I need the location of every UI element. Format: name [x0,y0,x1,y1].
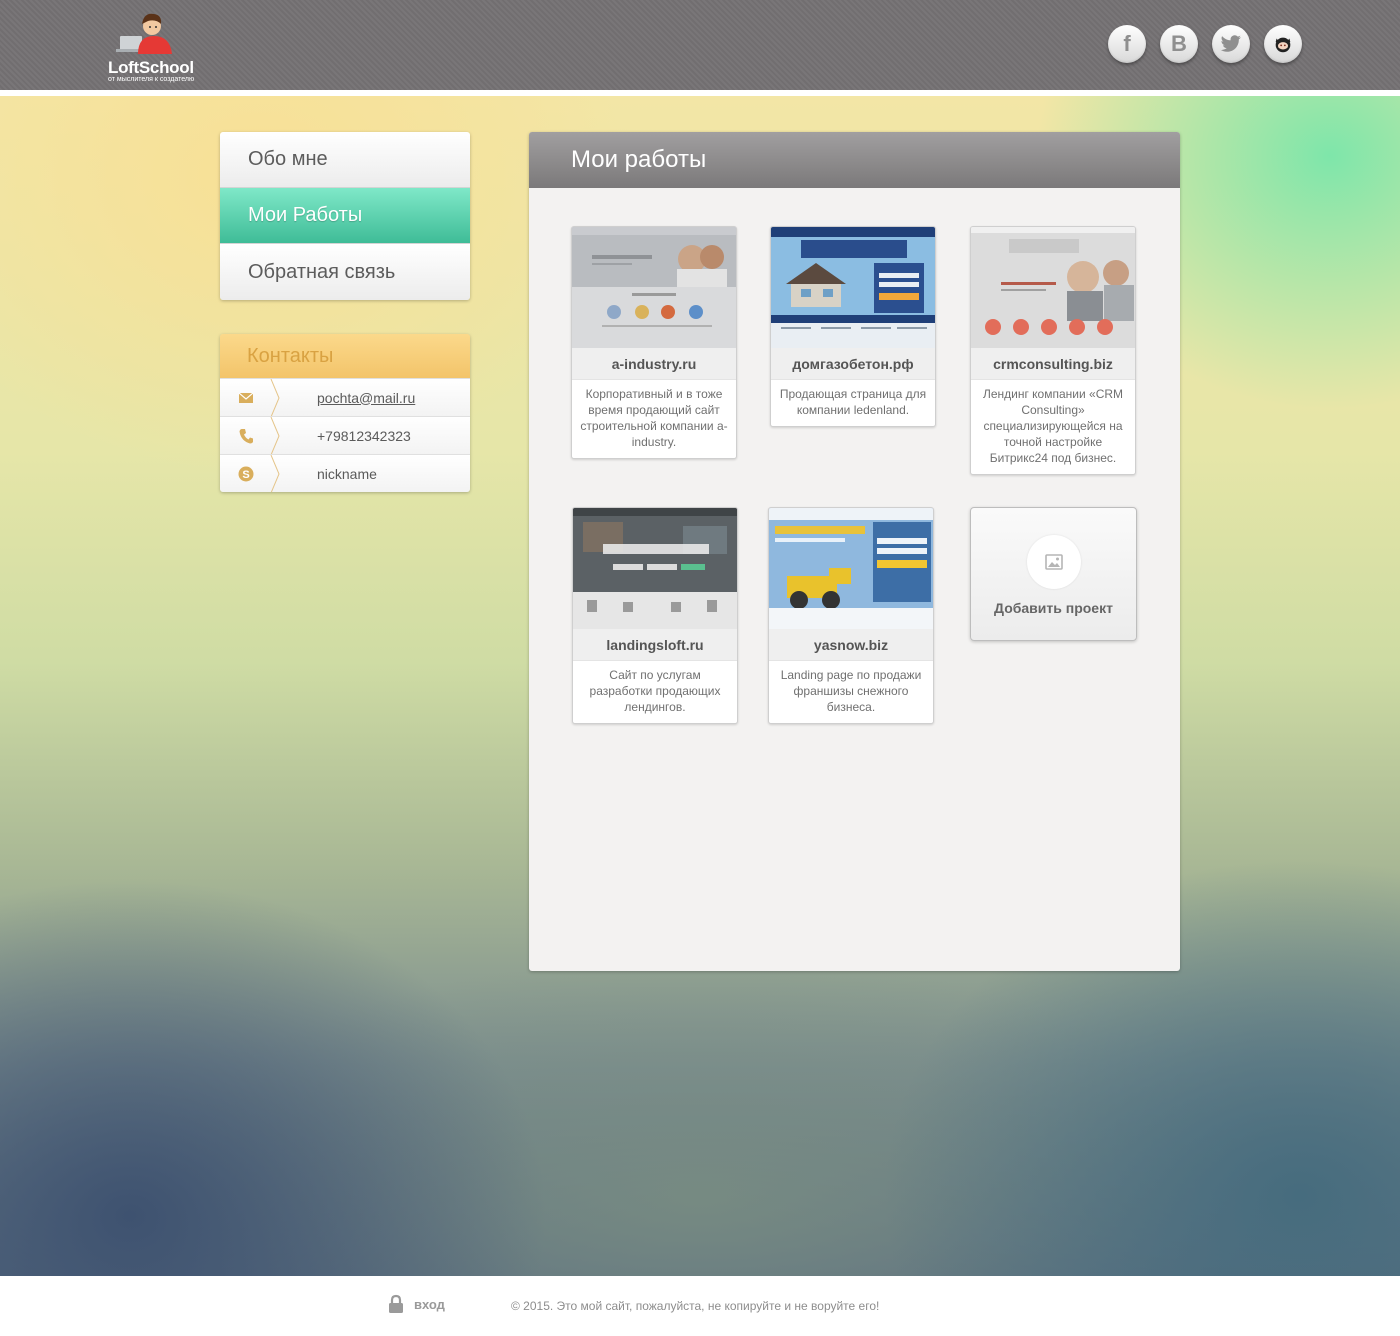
add-project-button[interactable]: Добавить проект [970,507,1137,641]
work-thumbnail [572,227,736,348]
nav-item-feedback[interactable]: Обратная связь [220,244,470,300]
contacts-title: Контакты [220,334,470,378]
work-title: crmconsulting.biz [971,348,1135,380]
nav-item-about[interactable]: Обо мне [220,132,470,188]
logo[interactable]: LoftSchool от мыслителя к создателю [108,8,208,84]
skype-nickname: nickname [317,465,377,482]
row-divider-chevron [270,455,280,492]
contact-email-row: pochta@mail.ru [220,378,470,417]
email-link[interactable]: pochta@mail.ru [317,390,415,406]
work-card[interactable]: a-industry.ru Корпоративный и в тоже вре… [571,226,737,459]
row-divider-chevron [270,379,280,417]
contact-phone-row: +79812342323 [220,416,470,455]
work-title: домгазобетон.рф [771,348,935,380]
work-thumbnail [771,227,935,348]
works-panel: Мои работы a-industry.ru Корпоративный и… [529,132,1180,971]
phone-icon [220,428,272,444]
add-project-label: Добавить проект [994,600,1113,616]
twitter-bird-icon [1220,35,1241,52]
work-title: landingsloft.ru [573,629,737,661]
facebook-icon[interactable]: f [1108,25,1146,63]
work-thumbnail [769,508,933,629]
login-label: вход [414,1296,445,1312]
page-title: Мои работы [529,132,1180,188]
work-description: Лендинг компании «CRM Consulting» специа… [982,387,1124,465]
nav-item-works[interactable]: Мои Работы [220,188,470,244]
work-description: Landing page по продажи франшизы снежног… [780,668,922,714]
work-card[interactable]: crmconsulting.biz Лендинг компании «CRM … [970,226,1136,475]
sidebar-nav: Обо мне Мои Работы Обратная связь [220,132,470,300]
login-link[interactable]: вход [388,1294,445,1314]
vk-icon[interactable]: B [1160,25,1198,63]
facebook-glyph: f [1123,31,1131,56]
work-title: yasnow.biz [769,629,933,661]
logo-mascot-icon [116,13,172,54]
work-card[interactable]: yasnow.biz Landing page по продажи франш… [768,507,934,724]
work-description: Продающая страница для компании ledenlan… [779,387,927,417]
vk-glyph: B [1171,31,1187,56]
svg-text:S: S [242,469,249,481]
site-header: LoftSchool от мыслителя к создателю f B [0,0,1400,96]
site-footer: вход © 2015. Это мой сайт, пожалуйста, н… [0,1276,1400,1336]
octocat-icon [1275,37,1291,53]
work-title: a-industry.ru [572,348,736,380]
contacts-block: Контакты pochta@mail.ru +79812342323 S n… [220,334,470,492]
work-description: Сайт по услугам разработки продающих лен… [589,668,721,714]
work-card[interactable]: landingsloft.ru Сайт по услугам разработ… [572,507,738,724]
skype-icon: S [220,466,272,482]
work-thumbnail [573,508,737,629]
logo-title: LoftSchool [108,58,194,77]
lock-icon [389,1294,403,1313]
work-thumbnail [971,227,1135,348]
work-description: Корпоративный и в тоже время продающий с… [580,387,728,449]
mail-icon [220,392,272,403]
social-links: f B [1108,25,1302,63]
phone-number: +79812342323 [317,427,411,444]
contact-skype-row: S nickname [220,454,470,492]
logo-subtitle: от мыслителя к создателю [108,76,195,83]
github-icon[interactable] [1264,25,1302,63]
work-card[interactable]: домгазобетон.рф Продающая страница для к… [770,226,936,427]
row-divider-chevron [270,417,280,455]
image-icon [1027,535,1081,589]
twitter-icon[interactable] [1212,25,1250,63]
copyright-text: © 2015. Это мой сайт, пожалуйста, не коп… [511,1299,880,1313]
